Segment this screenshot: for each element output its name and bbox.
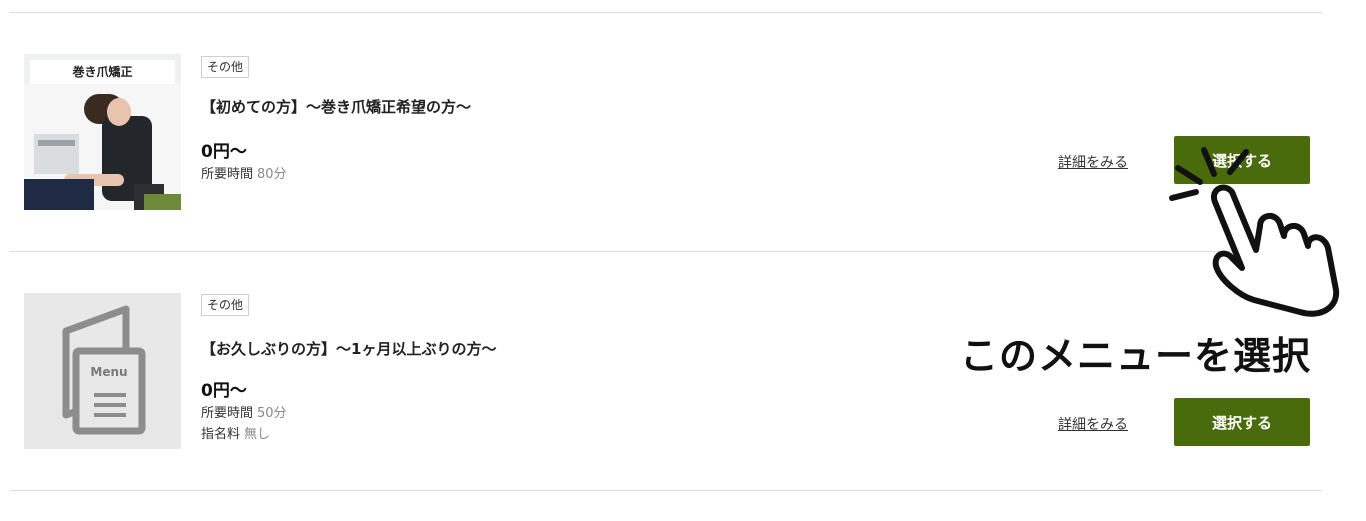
menu-photo: 巻き爪矯正 bbox=[24, 54, 181, 210]
duration-value: 80分 bbox=[257, 167, 287, 182]
duration-info: 所要時間 80分 bbox=[201, 163, 287, 182]
category-tag: その他 bbox=[201, 294, 250, 316]
menu-price: 0円～ bbox=[201, 381, 247, 401]
category-tag: その他 bbox=[201, 56, 250, 78]
duration-value: 50分 bbox=[257, 406, 287, 421]
nomination-info: 指名料 無し bbox=[201, 423, 270, 442]
pointing-hand-icon bbox=[1169, 147, 1340, 317]
menu-title: 【初めての方】～巻き爪矯正希望の方～ bbox=[201, 98, 472, 116]
select-button[interactable]: 選択する bbox=[1174, 398, 1310, 446]
detail-link[interactable]: 詳細をみる bbox=[1058, 414, 1128, 434]
top-divider bbox=[10, 12, 1322, 13]
duration-label: 所要時間 bbox=[201, 167, 254, 182]
nomination-value: 無し bbox=[244, 427, 271, 442]
detail-link[interactable]: 詳細をみる bbox=[1058, 152, 1128, 172]
bottom-divider bbox=[10, 490, 1322, 491]
item-divider bbox=[10, 251, 1322, 252]
duration-info: 所要時間 50分 bbox=[201, 402, 287, 421]
callout-text: このメニューを選択 bbox=[960, 334, 1312, 378]
menu-icon-label: Menu bbox=[90, 365, 128, 379]
photo-label: 巻き爪矯正 bbox=[30, 60, 175, 84]
menu-placeholder-thumb: Menu bbox=[24, 293, 181, 449]
nomination-label: 指名料 bbox=[201, 427, 241, 442]
menu-price: 0円～ bbox=[201, 142, 247, 162]
duration-label: 所要時間 bbox=[201, 406, 254, 421]
menu-title: 【お久しぶりの方】～1ヶ月以上ぶりの方～ bbox=[201, 340, 497, 358]
